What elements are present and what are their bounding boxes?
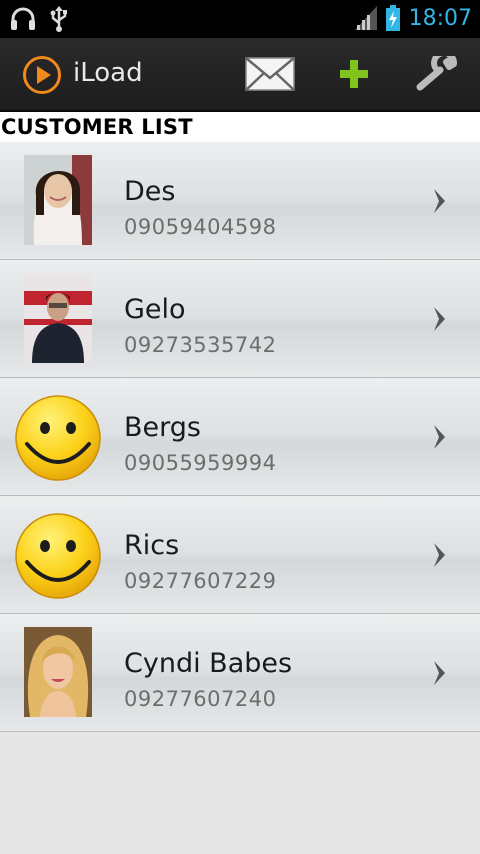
customer-row[interactable]: Rics 09277607229: [0, 496, 480, 614]
add-icon: [340, 60, 368, 88]
customer-row[interactable]: Cyndi Babes 09277607240: [0, 614, 480, 732]
battery-charging-icon: [385, 5, 400, 31]
status-bar: 18:07: [0, 0, 480, 38]
avatar: [24, 627, 92, 717]
app-logo-icon[interactable]: [22, 55, 62, 95]
signal-icon: [354, 6, 377, 30]
avatar: [24, 155, 92, 245]
smiley-avatar-icon: [15, 395, 101, 481]
message-button[interactable]: [244, 50, 296, 98]
chevron-right-icon: [434, 425, 445, 449]
add-customer-button[interactable]: [336, 50, 372, 98]
customer-list: Des 09059404598 Gelo 09273535742 Bergs 0…: [0, 142, 480, 732]
customer-phone: 09059404598: [124, 215, 277, 239]
chevron-right-icon: [434, 307, 445, 331]
settings-button[interactable]: [414, 50, 462, 98]
smiley-avatar-icon: [15, 513, 101, 599]
mail-icon: [245, 57, 295, 91]
customer-phone: 09277607240: [124, 687, 277, 711]
wrench-icon: [416, 56, 458, 91]
avatar: [24, 273, 92, 363]
section-header: CUSTOMER LIST: [0, 112, 480, 142]
usb-icon: [50, 6, 67, 32]
customer-name: Cyndi Babes: [124, 648, 293, 679]
clock: 18:07: [408, 5, 472, 31]
chevron-right-icon: [434, 661, 445, 685]
app-title[interactable]: iLoad: [73, 58, 143, 88]
customer-name: Rics: [124, 530, 180, 561]
customer-name: Gelo: [124, 294, 186, 325]
chevron-right-icon: [434, 189, 445, 213]
customer-name: Bergs: [124, 412, 201, 443]
customer-phone: 09277607229: [124, 569, 277, 593]
customer-phone: 09055959994: [124, 451, 277, 475]
customer-phone: 09273535742: [124, 333, 277, 357]
customer-row[interactable]: Bergs 09055959994: [0, 378, 480, 496]
customer-name: Des: [124, 176, 176, 207]
section-title: CUSTOMER LIST: [1, 115, 193, 139]
headphones-icon: [11, 7, 35, 30]
action-bar: iLoad: [0, 38, 480, 112]
chevron-right-icon: [434, 543, 445, 567]
customer-row[interactable]: Gelo 09273535742: [0, 260, 480, 378]
customer-row[interactable]: Des 09059404598: [0, 142, 480, 260]
